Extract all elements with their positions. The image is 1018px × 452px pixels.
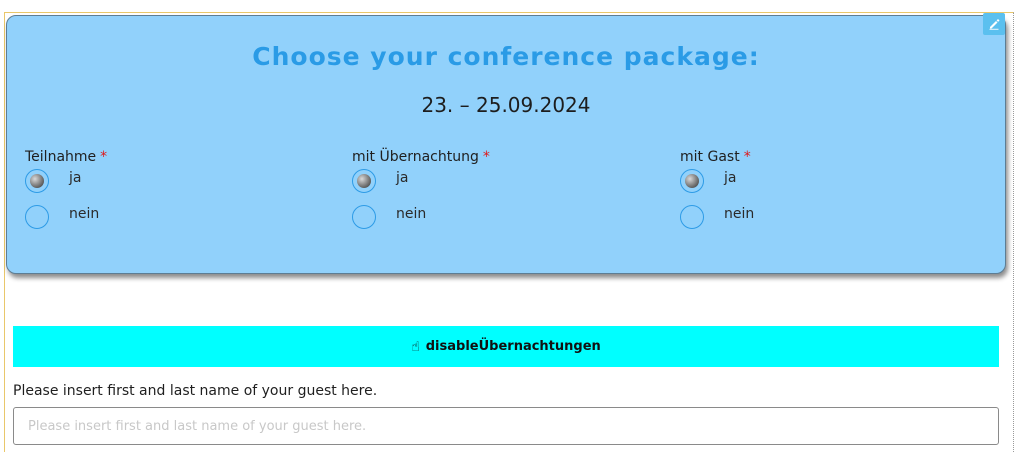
conference-package-card: Choose your conference package: 23. – 25…: [6, 13, 1006, 274]
required-mark: *: [482, 149, 490, 165]
radio-option-nein[interactable]: nein: [352, 205, 490, 241]
disable-uebernachtungen-button[interactable]: ☝ disableÜbernachtungen: [13, 326, 999, 367]
radio-group-teilnahme: Teilnahme * ja nein: [25, 149, 107, 241]
radio-option-nein[interactable]: nein: [25, 205, 107, 241]
pointing-hand-icon: ☝: [411, 338, 420, 355]
radio-button[interactable]: [25, 169, 49, 193]
group-label-text: mit Übernachtung: [352, 149, 479, 165]
radio-group-gast: mit Gast * ja nein: [680, 149, 754, 241]
radio-option-ja[interactable]: ja: [25, 169, 107, 205]
radio-button[interactable]: [680, 169, 704, 193]
required-mark: *: [100, 149, 108, 165]
guest-name-label: Please insert first and last name of you…: [13, 383, 378, 399]
group-label-text: mit Gast: [680, 149, 740, 165]
radio-option-nein[interactable]: nein: [680, 205, 754, 241]
group-label: mit Übernachtung *: [352, 149, 490, 169]
radio-label[interactable]: nein: [396, 206, 426, 222]
radio-label[interactable]: ja: [724, 170, 736, 186]
disable-button-label: disableÜbernachtungen: [425, 339, 601, 354]
radio-group-uebernachtung: mit Übernachtung * ja nein: [352, 149, 490, 241]
radio-label[interactable]: ja: [69, 170, 81, 186]
radio-option-ja[interactable]: ja: [352, 169, 490, 205]
radio-label[interactable]: nein: [724, 206, 754, 222]
conference-date: 23. – 25.09.2024: [421, 93, 591, 117]
guest-name-input[interactable]: [13, 407, 999, 445]
radio-label[interactable]: ja: [396, 170, 408, 186]
radio-button[interactable]: [352, 205, 376, 229]
pencil-icon: [989, 19, 1000, 30]
radio-option-ja[interactable]: ja: [680, 169, 751, 205]
card-title: Choose your conference package:: [252, 42, 760, 71]
required-mark: *: [743, 149, 751, 165]
radio-button[interactable]: [352, 169, 376, 193]
radio-button[interactable]: [680, 205, 704, 229]
group-label: Teilnahme *: [25, 149, 107, 169]
radio-button[interactable]: [25, 205, 49, 229]
group-label-text: Teilnahme: [25, 149, 97, 165]
group-label: mit Gast *: [680, 149, 751, 169]
edit-button[interactable]: [983, 13, 1005, 35]
radio-label[interactable]: nein: [69, 206, 99, 222]
